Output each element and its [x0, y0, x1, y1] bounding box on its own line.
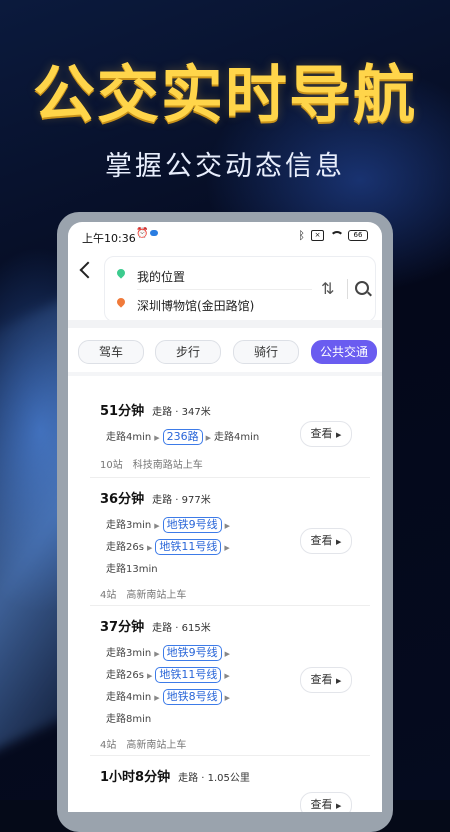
arrow-right-icon: ▶ [146, 544, 153, 552]
divider [347, 279, 348, 299]
view-route-button[interactable]: 查看 ▶ [300, 667, 352, 693]
phone-screen: 上午10:36 ⏰ ᛒ × 66 我的位置 深圳博物馆(金田路馆) ⇅ 驾车 步… [68, 222, 382, 812]
route-meta: 10站 科技南路站上车 [100, 456, 213, 471]
route-duration-row: 36分钟 走路 · 977米 [100, 488, 211, 507]
stop-count: 10站 [100, 460, 123, 471]
line-badge: 地铁9号线 [162, 645, 222, 661]
route-walk-distance: 走路 · 615米 [152, 623, 211, 634]
stop-count: 4站 [100, 740, 117, 751]
route-duration: 37分钟 [100, 620, 145, 635]
tab-bike[interactable]: 骑行 [233, 340, 299, 364]
route-search-card: 我的位置 深圳博物馆(金田路馆) ⇅ [104, 256, 376, 322]
arrow-right-icon: ▶ [224, 672, 230, 680]
route-walk-distance: 走路 · 347米 [152, 407, 211, 418]
route-meta: 4站 高新南站上车 [100, 586, 196, 601]
promo-subline: 掌握公交动态信息 [105, 151, 345, 182]
route-duration: 51分钟 [100, 404, 145, 419]
route-meta: 4站 高新南站上车 [100, 736, 196, 751]
line-badge: 地铁8号线 [162, 689, 222, 705]
view-route-button[interactable]: 查看 ▶ [300, 792, 352, 812]
tab-drive[interactable]: 驾车 [78, 340, 144, 364]
arrow-right-icon: ▶ [146, 672, 153, 680]
view-label: 查看 [310, 427, 333, 440]
destination-pin-icon [115, 296, 127, 308]
line-badge: 236路 [162, 429, 203, 445]
route-leg: 走路4min ▶ 地铁8号线 ▶ [106, 688, 233, 705]
walk-segment: 走路4min [214, 432, 260, 443]
caret-right-icon: ▶ [336, 431, 342, 439]
tab-transit[interactable]: 公共交通 [311, 340, 377, 364]
status-time: 上午10:36 [82, 232, 136, 245]
arrow-right-icon: ▶ [224, 544, 230, 552]
section-divider [68, 320, 382, 328]
caret-right-icon: ▶ [336, 538, 342, 546]
walk-segment: 走路4min [106, 692, 152, 703]
arrow-right-icon: ▶ [224, 522, 231, 530]
route-leg: 走路4min ▶ 236路 ▶ 走路4min [106, 428, 259, 445]
app-icon [150, 230, 158, 236]
origin-pin-icon [115, 267, 127, 279]
battery-icon: 66 [348, 230, 368, 241]
route-duration-row: 51分钟 走路 · 347米 [100, 400, 211, 419]
walk-segment: 走路26s [106, 542, 144, 553]
walk-segment: 走路8min [106, 714, 152, 725]
tab-walk[interactable]: 步行 [155, 340, 221, 364]
line-badge: 地铁11号线 [155, 667, 222, 683]
arrow-right-icon: ▶ [154, 694, 160, 702]
view-label: 查看 [310, 534, 333, 547]
route-leg: 走路26s ▶ 地铁11号线 ▶ [106, 666, 233, 683]
view-label: 查看 [310, 673, 333, 686]
walk-segment: 走路3min [106, 520, 152, 531]
section-divider [68, 372, 382, 376]
walk-segment: 走路26s [106, 670, 144, 681]
route-duration: 36分钟 [100, 492, 145, 507]
view-route-button[interactable]: 查看 ▶ [300, 421, 352, 447]
divider [137, 289, 312, 290]
route-duration-row: 37分钟 走路 · 615米 [100, 616, 211, 635]
route-divider [90, 755, 370, 756]
route-leg: 走路3min ▶ 地铁9号线 ▶ [106, 516, 233, 533]
route-divider [90, 605, 370, 606]
alarm-off-icon: ⏰ [136, 228, 149, 239]
search-icon[interactable] [355, 281, 369, 295]
walk-segment: 走路4min [106, 432, 152, 443]
status-icons: ᛒ × 66 [298, 229, 368, 242]
walk-segment: 走路3min [106, 648, 152, 659]
swap-icon[interactable]: ⇅ [321, 279, 334, 298]
destination-field[interactable]: 深圳博物馆(金田路馆) [137, 297, 254, 314]
boarding-station: 高新南站上车 [126, 740, 187, 751]
boarding-station: 科技南路站上车 [132, 460, 203, 471]
caret-right-icon: ▶ [336, 677, 342, 685]
sim-icon: × [311, 230, 324, 241]
route-divider [90, 477, 370, 478]
transport-mode-tabs: 驾车 步行 骑行 公共交通 [78, 340, 378, 364]
view-route-button[interactable]: 查看 ▶ [300, 528, 352, 554]
arrow-right-icon: ▶ [154, 650, 160, 658]
route-duration: 1小时8分钟 [100, 770, 171, 785]
bluetooth-icon: ᛒ [298, 229, 305, 242]
arrow-right-icon: ▶ [224, 694, 231, 702]
boarding-station: 高新南站上车 [126, 590, 187, 601]
arrow-right-icon: ▶ [224, 650, 231, 658]
line-badge: 地铁9号线 [162, 517, 222, 533]
walk-segment: 走路13min [106, 564, 158, 575]
caret-right-icon: ▶ [336, 802, 342, 810]
promo-headline: 公交实时导航 [32, 58, 417, 131]
route-walk-distance: 走路 · 977米 [152, 495, 211, 506]
wifi-icon [330, 231, 344, 240]
route-leg: 走路3min ▶ 地铁9号线 ▶ [106, 644, 233, 661]
status-bar: 上午10:36 ⏰ ᛒ × 66 [68, 222, 382, 250]
arrow-right-icon: ▶ [154, 522, 160, 530]
route-walk-distance: 走路 · 1.05公里 [178, 773, 250, 784]
route-leg: 走路8min [106, 710, 151, 725]
arrow-right-icon: ▶ [154, 434, 160, 442]
origin-field[interactable]: 我的位置 [137, 268, 185, 285]
route-duration-row: 1小时8分钟 走路 · 1.05公里 [100, 766, 250, 785]
route-leg: 走路13min [106, 560, 158, 575]
stop-count: 4站 [100, 590, 117, 601]
arrow-right-icon: ▶ [205, 434, 212, 442]
back-arrow-icon[interactable] [79, 261, 97, 279]
line-badge: 地铁11号线 [155, 539, 222, 555]
route-leg: 走路26s ▶ 地铁11号线 ▶ [106, 538, 233, 555]
